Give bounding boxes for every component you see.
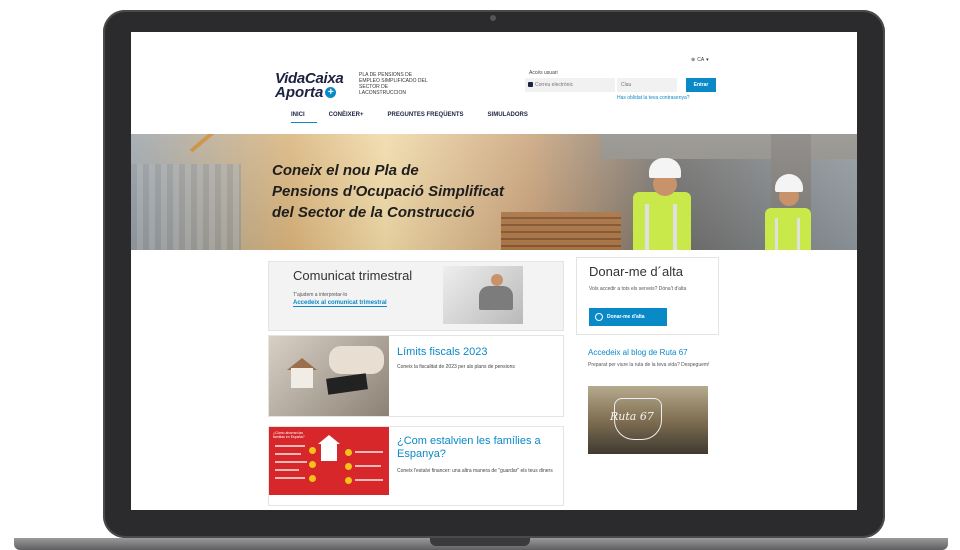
caret-down-icon: ▾ [706,57,709,63]
plus-icon: + [325,87,337,98]
logo-text-aporta: Aporta [275,84,324,101]
language-label: CA [697,57,705,63]
blog-block: Accedeix al blog de Ruta 67 Preparat per… [588,348,718,454]
hero-title-line: Coneix el nou Pla de [272,162,419,179]
savings-card[interactable]: ¿Cómo ahorran las familias en España? ¿C… [268,426,564,506]
blog-title[interactable]: Accedeix al blog de Ruta 67 [588,348,718,357]
laptop-notch [430,538,530,546]
infographic-title: ¿Cómo ahorran las familias en España? [273,431,305,439]
nav-item-preguntes[interactable]: PREGUNTES FREQÜENTS [388,112,476,123]
brand-logo[interactable]: VidaCaixa Aporta + [275,70,344,101]
signup-subtitle: Vols accedir a tots els serveis? Dóna't … [589,286,687,292]
hero-title-line: del Sector de la Construcció [272,204,475,221]
language-selector[interactable]: ⊕ CA ▾ [691,57,709,63]
nav-item-coneixer[interactable]: CONÈIXER+ [329,112,376,123]
logo-text-bottom: Aporta + [275,84,343,101]
email-field[interactable] [525,78,615,92]
limits-title[interactable]: Límits fiscals 2023 [397,346,487,358]
blog-image-logo: Ruta 67 [610,410,654,423]
nav-item-inici[interactable]: INICI [291,112,317,123]
signup-title: Donar-me d´alta [589,264,683,279]
limits-photo [269,336,389,416]
camera-icon [490,15,496,21]
user-icon [595,313,603,321]
quarterly-photo [443,266,523,324]
quarterly-title: Comunicat trimestral [293,268,413,283]
quarterly-card[interactable]: Comunicat trimestral T'ajudem a interpre… [268,261,564,331]
forgot-password-link[interactable]: Has oblidat la teva contrasenya? [617,95,690,101]
limits-card[interactable]: Límits fiscals 2023 Coneix la fiscalitat… [268,335,564,417]
globe-icon: ⊕ [691,57,696,63]
hero-title-line: Pensions d'Ocupació Simplificat [272,183,504,200]
enter-button[interactable]: Entrar [686,78,716,92]
blog-image[interactable]: Ruta 67 [588,386,708,454]
password-field[interactable] [617,78,677,92]
quarterly-subtitle: T'ajudem a interpretar-lo [293,292,348,298]
login-label: Accés usuari [529,70,558,76]
blog-subtitle: Preparat per viure la ruta de la teva vi… [588,362,710,368]
nav-item-simuladors[interactable]: SIMULADORS [488,112,540,123]
hero-title: Coneix el nou Pla de Pensions d'Ocupació… [272,160,504,223]
laptop-mockup: VidaCaixa Aporta + PLA DE PENSIONS DE EM… [0,0,960,550]
savings-title[interactable]: ¿Com estalvien les famílies a Espanya? [397,435,557,461]
savings-infographic: ¿Cómo ahorran las familias en España? [269,427,389,495]
main-nav: INICI CONÈIXER+ PREGUNTES FREQÜENTS SIMU… [291,112,552,123]
logo-description: PLA DE PENSIONS DE EMPLEO SIMPLIFICADO D… [359,72,428,96]
signup-card: Donar-me d´alta Vols accedir a tots els … [576,257,719,335]
savings-subtitle: Coneix l'estalvi financer: una altra man… [397,468,553,474]
signup-button-label: Donar-me d'alta [607,314,645,320]
signup-button[interactable]: Donar-me d'alta [589,308,667,326]
website-screen: VidaCaixa Aporta + PLA DE PENSIONS DE EM… [131,32,857,510]
limits-subtitle: Coneix la fiscalitat de 2023 per als pla… [397,364,515,370]
quarterly-link[interactable]: Accedeix al comunicat trimestral [293,300,387,307]
lock-icon [528,82,533,87]
